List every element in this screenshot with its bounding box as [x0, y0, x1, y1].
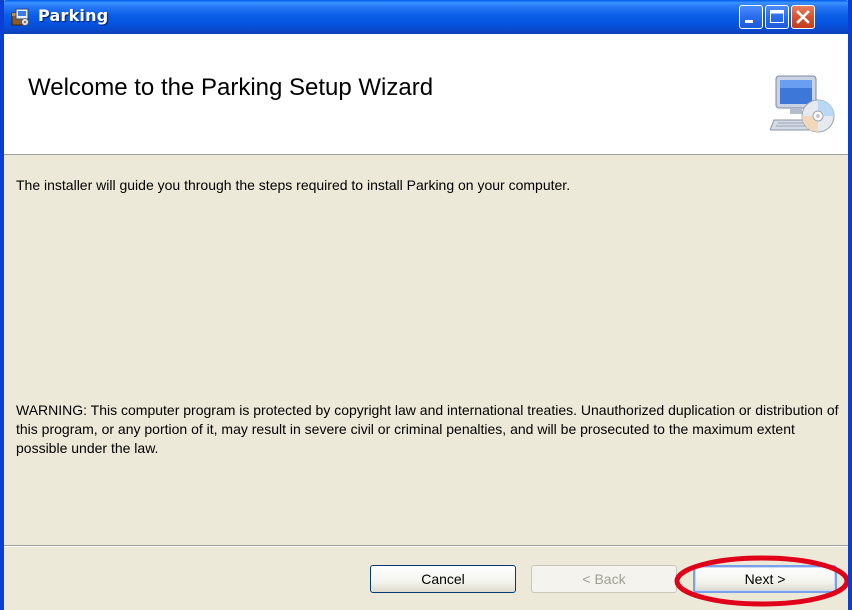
- wizard-header: Welcome to the Parking Setup Wizard: [4, 34, 848, 155]
- minimize-button[interactable]: [739, 5, 763, 29]
- next-button[interactable]: Next >: [693, 565, 837, 593]
- minimize-icon: [745, 20, 753, 23]
- cancel-button[interactable]: Cancel: [370, 565, 516, 593]
- maximize-icon: [770, 10, 784, 23]
- close-button[interactable]: [791, 5, 815, 29]
- installer-package-icon: [10, 7, 30, 27]
- installer-window: Parking Welcome to the Parking Setup Wiz…: [0, 0, 852, 610]
- window-title: Parking: [38, 6, 109, 25]
- button-separator-highlight: [4, 546, 848, 547]
- computer-cd-icon: [769, 72, 836, 138]
- intro-text: The installer will guide you through the…: [16, 177, 571, 193]
- wizard-title: Welcome to the Parking Setup Wizard: [28, 74, 434, 101]
- back-button[interactable]: < Back: [531, 565, 677, 593]
- copyright-warning: WARNING: This computer program is protec…: [16, 402, 839, 456]
- wizard-body: The installer will guide you through the…: [4, 155, 848, 545]
- maximize-button[interactable]: [765, 5, 789, 29]
- close-icon: [796, 10, 810, 24]
- title-bar[interactable]: Parking: [4, 0, 848, 34]
